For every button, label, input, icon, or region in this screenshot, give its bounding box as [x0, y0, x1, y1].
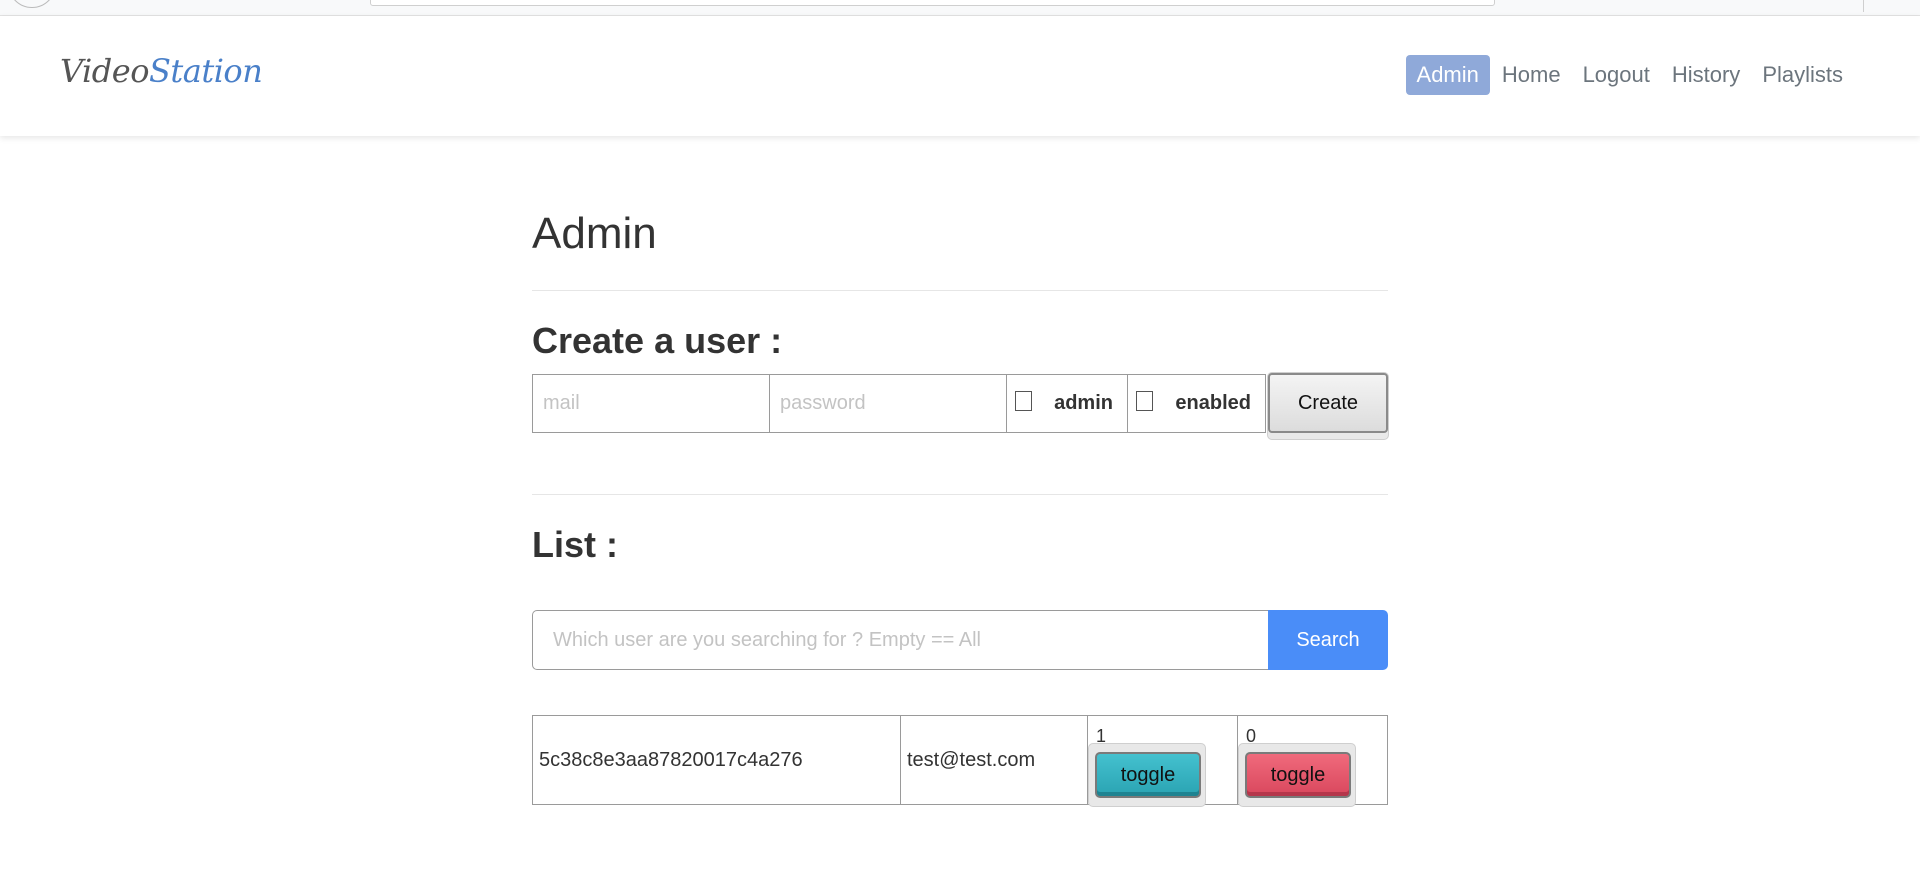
search-button[interactable]: Search [1268, 610, 1388, 670]
browser-divider [1863, 0, 1864, 12]
nav-menu: Admin Home Logout History Playlists [1405, 55, 1854, 95]
create-user-form: admin enabled Create [532, 372, 1389, 440]
user-search-input[interactable] [532, 610, 1268, 670]
enabled-checkbox-cell: enabled [1127, 374, 1266, 433]
list-title: List : [532, 524, 618, 565]
create-user-title: Create a user : [532, 320, 783, 361]
divider [532, 290, 1388, 291]
create-button[interactable]: Create [1267, 372, 1389, 440]
user-mail-cell: test@test.com [900, 715, 1088, 805]
nav-item-logout[interactable]: Logout [1572, 55, 1661, 95]
navbar: VideoStation Admin Home Logout History P… [0, 16, 1920, 136]
admin-checkbox-label: admin [1054, 392, 1113, 414]
brand-logo-part1: Video [60, 52, 149, 90]
browser-chrome [0, 0, 1920, 16]
browser-button[interactable] [8, 0, 56, 8]
admin-toggle-wrapper: toggle [1088, 743, 1206, 807]
browser-address-bar[interactable] [370, 0, 1495, 6]
admin-checkbox-cell: admin [1006, 374, 1128, 433]
user-table: 5c38c8e3aa87820017c4a276 test@test.com 1… [532, 715, 1388, 807]
create-button-label: Create [1268, 373, 1388, 433]
admin-toggle-button[interactable]: toggle [1095, 752, 1201, 798]
enabled-toggle-button[interactable]: toggle [1245, 752, 1351, 798]
enabled-checkbox-label: enabled [1175, 392, 1251, 414]
user-admin-cell: 1 toggle [1087, 715, 1238, 807]
enabled-toggle-wrapper: toggle [1238, 743, 1356, 807]
user-search-bar: Search [532, 610, 1388, 670]
user-enabled-cell: 0 toggle [1237, 715, 1388, 807]
admin-checkbox[interactable] [1015, 390, 1033, 411]
user-id-cell: 5c38c8e3aa87820017c4a276 [532, 715, 901, 805]
enabled-checkbox[interactable] [1136, 390, 1154, 411]
nav-item-home[interactable]: Home [1491, 55, 1572, 95]
nav-item-playlists[interactable]: Playlists [1751, 55, 1854, 95]
nav-item-admin[interactable]: Admin [1405, 55, 1490, 95]
table-row: 5c38c8e3aa87820017c4a276 test@test.com 1… [532, 715, 1388, 807]
nav-item-history[interactable]: History [1661, 55, 1751, 95]
brand-logo-part2: Station [148, 52, 263, 90]
page-title: Admin [532, 209, 657, 258]
mail-input[interactable] [532, 374, 770, 433]
password-input[interactable] [769, 374, 1007, 433]
brand-logo[interactable]: VideoStation [60, 52, 263, 90]
divider [532, 494, 1388, 495]
